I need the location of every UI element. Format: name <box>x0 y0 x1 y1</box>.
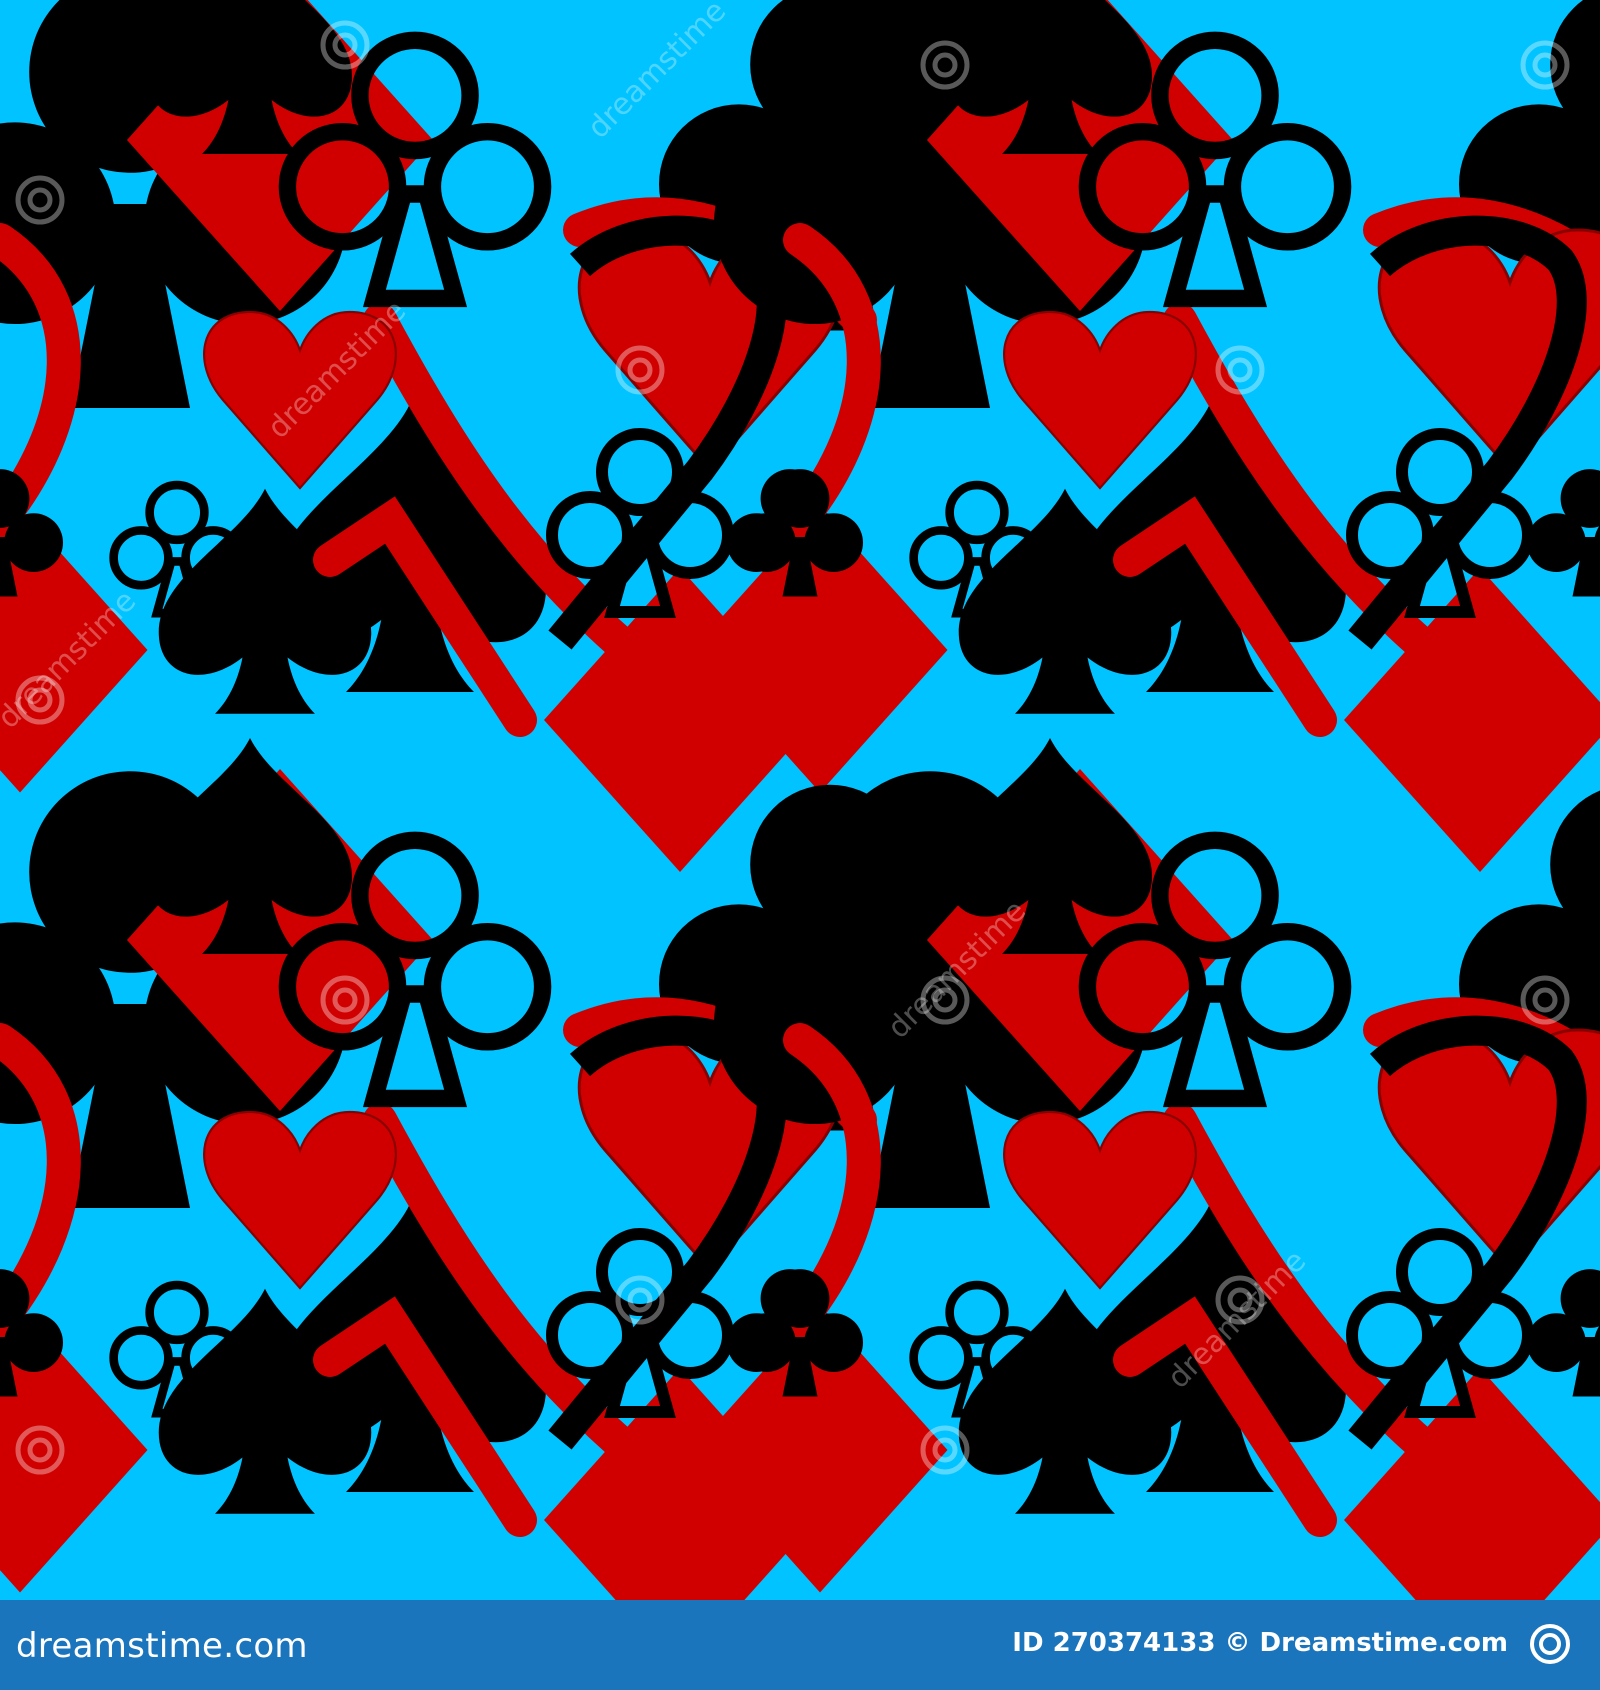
dreamstime-logo-icon <box>1530 1624 1570 1664</box>
site-name: dreamstime.com <box>16 1626 308 1666</box>
footer-bar: dreamstime.com ID 270374133 © Dreamstime… <box>0 1600 1600 1690</box>
card-suit-pattern: dreamstime dreamstime dreamstime dreamst… <box>0 0 1600 1600</box>
image-id: ID 270374133 © Dreamstime.com <box>1012 1628 1508 1658</box>
